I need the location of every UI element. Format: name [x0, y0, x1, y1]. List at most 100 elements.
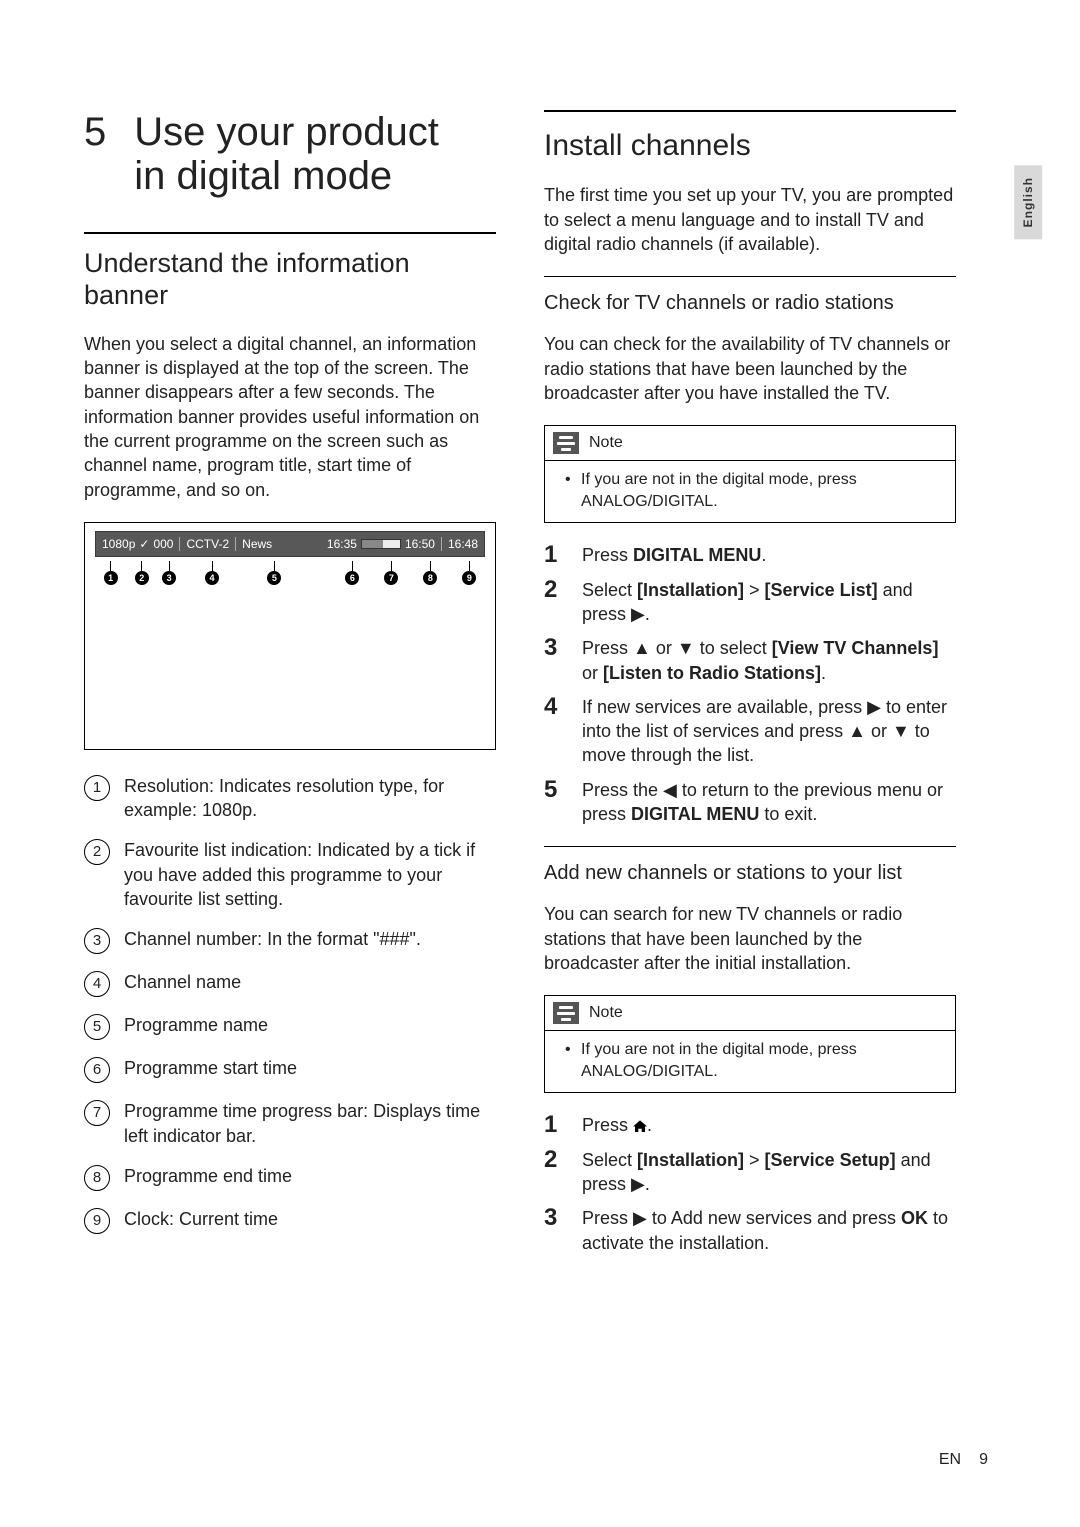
banner-callout-row: 123 4 5 6 7 8 9: [95, 561, 485, 589]
callout-marker: 6: [345, 561, 359, 585]
section-rule: Understand the information banner: [84, 232, 496, 312]
step-item: 3 Press ▶ to Add new services and press O…: [544, 1206, 956, 1255]
callout-marker: 9: [462, 561, 476, 585]
step-text: Press .: [582, 1113, 652, 1137]
section-heading-info-banner: Understand the information banner: [84, 248, 496, 312]
legend-number: 7: [84, 1100, 110, 1126]
chapter-number: 5: [84, 110, 106, 154]
footer-lang: EN: [939, 1449, 961, 1471]
legend-number: 3: [84, 928, 110, 954]
home-icon: [633, 1120, 647, 1132]
intro-text-right: The first time you set up your TV, you a…: [544, 183, 956, 256]
legend-number: 5: [84, 1014, 110, 1040]
step-item: 2 Select [Installation] > [Service List] …: [544, 578, 956, 627]
legend-number: 6: [84, 1057, 110, 1083]
step-item: 2 Select [Installation] > [Service Setup]…: [544, 1148, 956, 1197]
banner-end-time: 16:50: [405, 536, 435, 552]
legend-item: 6 Programme start time: [84, 1056, 496, 1083]
step-number: 3: [544, 1206, 564, 1255]
banner-channel-name: CCTV-2: [186, 536, 229, 552]
legend-text: Channel name: [124, 970, 241, 997]
legend-text: Clock: Current time: [124, 1207, 278, 1234]
page-footer: EN 9: [939, 1449, 988, 1471]
note-box: Note • If you are not in the digital mod…: [544, 995, 956, 1093]
body-check-channels: You can check for the availability of TV…: [544, 332, 956, 405]
step-item: 5 Press the ◀ to return to the previous m…: [544, 778, 956, 827]
legend-item: 1Resolution: Indicates resolution type, …: [84, 774, 496, 823]
chapter-title: 5 Use your product in digital mode: [84, 110, 496, 198]
banner-channel-number: 000: [153, 536, 173, 552]
legend-item: 8Programme end time: [84, 1164, 496, 1191]
favourite-tick-icon: ✓: [139, 536, 149, 552]
legend-text: Favourite list indication: Indicated by …: [124, 838, 496, 911]
step-item: 1 Press .: [544, 1113, 956, 1137]
intro-text-left: When you select a digital channel, an in…: [84, 332, 496, 502]
callout-marker: 3: [162, 561, 176, 585]
step-number: 1: [544, 1113, 564, 1137]
banner-clock: 16:48: [448, 536, 478, 552]
step-number: 1: [544, 543, 564, 567]
step-text: If new services are available, press ▶ t…: [582, 695, 956, 768]
step-item: 1 Press DIGITAL MENU.: [544, 543, 956, 567]
legend-list: 1Resolution: Indicates resolution type, …: [84, 774, 496, 1234]
step-number: 2: [544, 578, 564, 627]
legend-number: 9: [84, 1208, 110, 1234]
info-banner-strip: 1080p ✓ 000 CCTV-2 News 16:35 16:50 16:4…: [95, 531, 485, 557]
legend-number: 4: [84, 971, 110, 997]
step-text: Press ▲ or ▼ to select [View TV Channels…: [582, 636, 956, 685]
language-tab: English: [1014, 165, 1042, 239]
legend-item: 5Programme name: [84, 1013, 496, 1040]
step-text: Press DIGITAL MENU.: [582, 543, 766, 567]
steps-check-channels: 1 Press DIGITAL MENU. 2 Select [Installatio…: [544, 543, 956, 826]
step-number: 2: [544, 1148, 564, 1197]
legend-text: Programme start time: [124, 1056, 297, 1083]
legend-text: Resolution: Indicates resolution type, f…: [124, 774, 496, 823]
note-icon: [553, 432, 579, 454]
note-box: Note • If you are not in the digital mod…: [544, 425, 956, 523]
legend-text: Programme time progress bar: Displays ti…: [124, 1099, 496, 1148]
step-number: 3: [544, 636, 564, 685]
banner-resolution: 1080p: [102, 536, 135, 552]
banner-programme-name: News: [242, 536, 272, 552]
step-item: 4If new services are available, press ▶ …: [544, 695, 956, 768]
body-add-channels: You can search for new TV channels or ra…: [544, 902, 956, 975]
step-number: 4: [544, 695, 564, 768]
callout-marker: 4: [205, 561, 219, 585]
section-heading-install: Install channels: [544, 128, 956, 163]
banner-start-time: 16:35: [327, 536, 357, 552]
callout-marker: 5: [267, 561, 281, 585]
legend-item: 3 Channel number: In the format "###".: [84, 927, 496, 954]
left-column: 5 Use your product in digital mode Under…: [84, 110, 496, 1467]
note-text: If you are not in the digital mode, pres…: [581, 469, 943, 512]
step-number: 5: [544, 778, 564, 827]
legend-number: 2: [84, 839, 110, 865]
chapter-title-line1: Use your product: [134, 110, 439, 154]
note-title: Note: [589, 432, 623, 454]
chapter-title-line2: in digital mode: [134, 154, 392, 198]
legend-number: 8: [84, 1165, 110, 1191]
footer-page: 9: [979, 1449, 988, 1471]
step-text: Press ▶ to Add new services and press OK…: [582, 1206, 956, 1255]
note-icon: [553, 1002, 579, 1024]
step-item: 3 Press ▲ or ▼ to select [View TV Channel…: [544, 636, 956, 685]
page: English 5 Use your product in digital mo…: [0, 0, 1080, 1527]
callout-marker: 1: [104, 561, 118, 585]
legend-text: Channel number: In the format "###".: [124, 927, 421, 954]
progress-bar-icon: [361, 539, 401, 549]
step-text: Select [Installation] > [Service Setup] …: [582, 1148, 956, 1197]
callout-marker: 8: [423, 561, 437, 585]
callout-marker: 2: [135, 561, 149, 585]
info-banner-figure: 1080p ✓ 000 CCTV-2 News 16:35 16:50 16:4…: [84, 522, 496, 750]
step-text: Select [Installation] > [Service List] a…: [582, 578, 956, 627]
note-text: If you are not in the digital mode, pres…: [581, 1039, 943, 1082]
legend-item: 4 Channel name: [84, 970, 496, 997]
section-rule: Install channels: [544, 110, 956, 163]
legend-item: 7 Programme time progress bar: Displays t…: [84, 1099, 496, 1148]
legend-item: 2 Favourite list indication: Indicated by…: [84, 838, 496, 911]
step-text: Press the ◀ to return to the previous me…: [582, 778, 956, 827]
legend-item: 9 Clock: Current time: [84, 1207, 496, 1234]
callout-marker: 7: [384, 561, 398, 585]
steps-add-channels: 1 Press . 2 Select [Installation] > [Servic…: [544, 1113, 956, 1254]
note-title: Note: [589, 1002, 623, 1024]
right-column: Install channels The first time you set …: [544, 110, 956, 1467]
